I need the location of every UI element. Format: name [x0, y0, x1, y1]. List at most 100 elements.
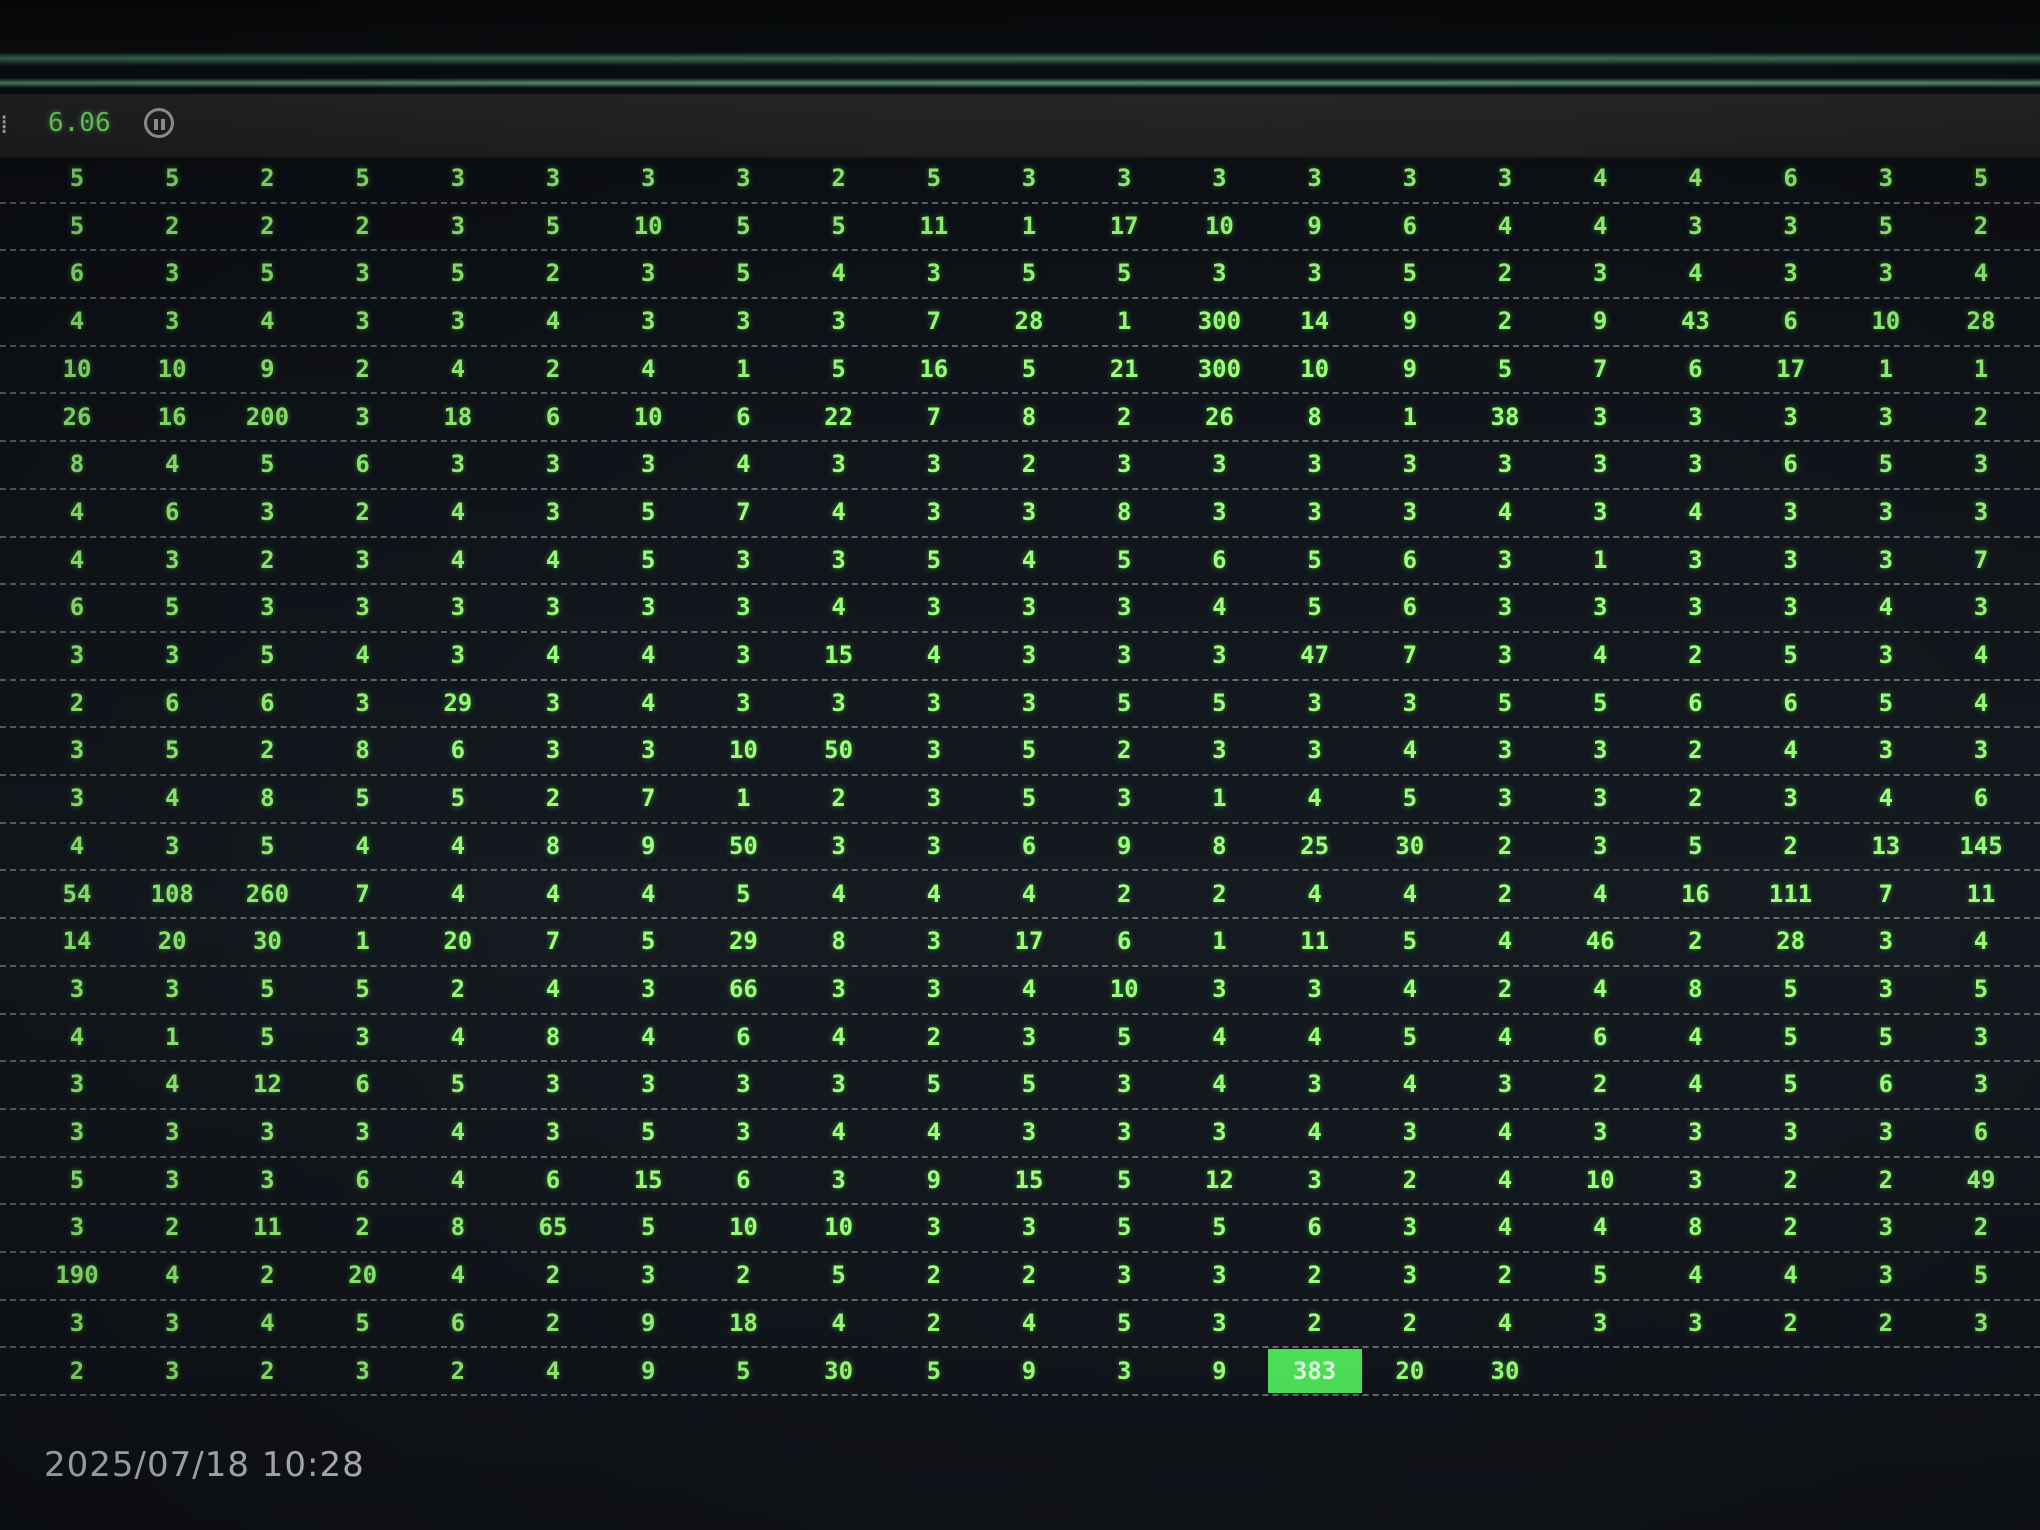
- grid-cell: 4: [640, 879, 656, 908]
- grid-cell: 2: [355, 1213, 370, 1242]
- grid-cell: 3: [926, 688, 942, 717]
- grid-cell: 3: [1592, 831, 1608, 860]
- grid-cell: 5: [640, 545, 656, 574]
- grid-cell: 3: [736, 688, 751, 717]
- grid-cell: 7: [1878, 879, 1894, 908]
- grid-cell: 5: [1212, 688, 1227, 717]
- grid-cell: 5: [450, 784, 466, 813]
- grid-cell: 3: [164, 1165, 180, 1194]
- grid-cell: 3: [640, 974, 656, 1003]
- grid-cell: 5: [260, 259, 275, 288]
- grid-cell: 4: [1783, 1261, 1798, 1290]
- grid-cell: 9: [926, 1165, 942, 1194]
- grid-cell: 3: [1973, 497, 1989, 526]
- grid-cell: 5: [260, 641, 275, 669]
- grid-cell: 5: [1402, 1022, 1418, 1051]
- grid-cell: 3: [1688, 450, 1703, 479]
- grid-row: 5 3 3 6 4 6 15 6 3 9 15 5 12 3 2 4 10 3 2 2 49: [0, 1158, 2040, 1206]
- grid-cell: 2: [260, 1261, 275, 1290]
- grid-cell: 1: [355, 927, 370, 956]
- grid-cell: 2: [831, 164, 846, 192]
- grid-cell: 3: [1402, 497, 1418, 526]
- grid-cell: 5: [1878, 1022, 1894, 1051]
- pause-circle-icon[interactable]: [144, 108, 174, 138]
- grid-cell: 4: [831, 879, 846, 908]
- grid-cell: 3: [1307, 736, 1322, 765]
- monitor-bezel: [0, 0, 2040, 52]
- grid-cell: 15: [824, 641, 854, 669]
- grid-cell: 6: [1688, 354, 1703, 383]
- grid-cell: 2: [260, 736, 275, 765]
- grid-cell: 49: [1966, 1165, 1996, 1194]
- grid-cell: 9: [640, 1356, 656, 1385]
- grid-cell: 4: [1688, 259, 1703, 288]
- grid-cell: 3: [545, 1070, 561, 1099]
- grid-cell: 3: [926, 831, 942, 860]
- grid-cell: 3: [1688, 402, 1703, 431]
- grid-cell: 4: [450, 354, 466, 383]
- grid-cell: 20: [443, 927, 473, 956]
- grid-cell: 2: [450, 1356, 466, 1385]
- grid-cell: 10: [1300, 354, 1330, 383]
- grid-cell: 3: [450, 641, 466, 669]
- grid-cell: 8: [355, 736, 370, 765]
- grid-cell: 4: [164, 1070, 180, 1099]
- grid-cell: 3: [1307, 1070, 1322, 1099]
- grid-cell: 5: [1878, 450, 1894, 479]
- grid-cell: 300: [1197, 307, 1242, 336]
- grid-row: 10 10 9 2 4 2 4 1 5 16 5 21 300 10 9 5 7 6 17 1 1: [0, 347, 2040, 395]
- grid-cell: 9: [640, 1308, 656, 1337]
- grid-cell: 6: [545, 402, 561, 431]
- grid-cell: 4: [450, 545, 466, 574]
- grid-cell: 4: [69, 831, 85, 860]
- grid-cell: 5: [1783, 974, 1798, 1003]
- grid-cell: 2: [1783, 1308, 1798, 1337]
- grid-row: 4 3 2 3 4 4 5 3 3 5 4 5 6 5 6 3 1 3 3 3 7: [0, 538, 2040, 586]
- grid-cell: 47: [1300, 641, 1330, 669]
- grid-cell: 30: [1490, 1356, 1520, 1385]
- grid-cell: 10: [1204, 211, 1234, 240]
- grid-cell: 3: [164, 545, 180, 574]
- menu-icon[interactable]: ⁞: [0, 110, 14, 140]
- grid-cell: 3: [355, 1356, 370, 1385]
- grid-cell: 5: [1783, 1022, 1798, 1051]
- grid-cell: 3: [1592, 497, 1608, 526]
- grid-cell: 4: [1973, 641, 1989, 669]
- grid-cell: 10: [1585, 1165, 1615, 1194]
- grid-cell: 3: [1783, 211, 1798, 240]
- grid-cell: 3: [1592, 402, 1608, 431]
- grid-cell: 54: [62, 879, 92, 908]
- grid-cell: 3: [831, 1070, 846, 1099]
- grid-cell: 3: [355, 307, 370, 336]
- grid-cell: 1: [1116, 307, 1132, 336]
- grid-cell: 10: [728, 1213, 758, 1242]
- grid-cell: 5: [1497, 688, 1513, 717]
- grid-cell: 3: [1592, 593, 1608, 622]
- grid-cell: 3: [69, 784, 85, 813]
- grid-cell: 8: [69, 450, 85, 479]
- grid-cell: 2: [164, 1213, 180, 1242]
- grid-cell: 2: [1688, 927, 1703, 956]
- grid-cell: 4: [355, 641, 370, 669]
- grid-cell: 10: [1871, 307, 1901, 336]
- grid-cell: 3: [926, 259, 942, 288]
- grid-row: 8 4 5 6 3 3 3 4 3 3 2 3 3 3 3 3 3 3 6 5 3: [0, 442, 2040, 490]
- grid-cell: 5: [926, 164, 942, 192]
- grid-cell: 3: [1402, 1118, 1418, 1146]
- grid-cell: 4: [640, 688, 656, 717]
- grid-cell: 3: [640, 307, 656, 336]
- grid-cell: 10: [633, 402, 663, 431]
- grid-cell: 1: [1878, 354, 1894, 383]
- grid-cell: 7: [926, 402, 942, 431]
- grid-cell: 3: [1021, 688, 1037, 717]
- grid-cell: 4: [1497, 927, 1513, 956]
- grid-cell: 4: [1497, 1118, 1513, 1146]
- grid-cell: 1: [736, 354, 751, 383]
- grid-cell: 1: [1973, 354, 1989, 383]
- grid-cell: 2: [736, 1261, 751, 1290]
- grid-cell: 30: [824, 1356, 854, 1385]
- grid-cell: 3: [355, 402, 370, 431]
- grid-cell: 3: [926, 497, 942, 526]
- grid-cell: 3: [1212, 641, 1227, 669]
- grid-cell: 3: [1307, 259, 1322, 288]
